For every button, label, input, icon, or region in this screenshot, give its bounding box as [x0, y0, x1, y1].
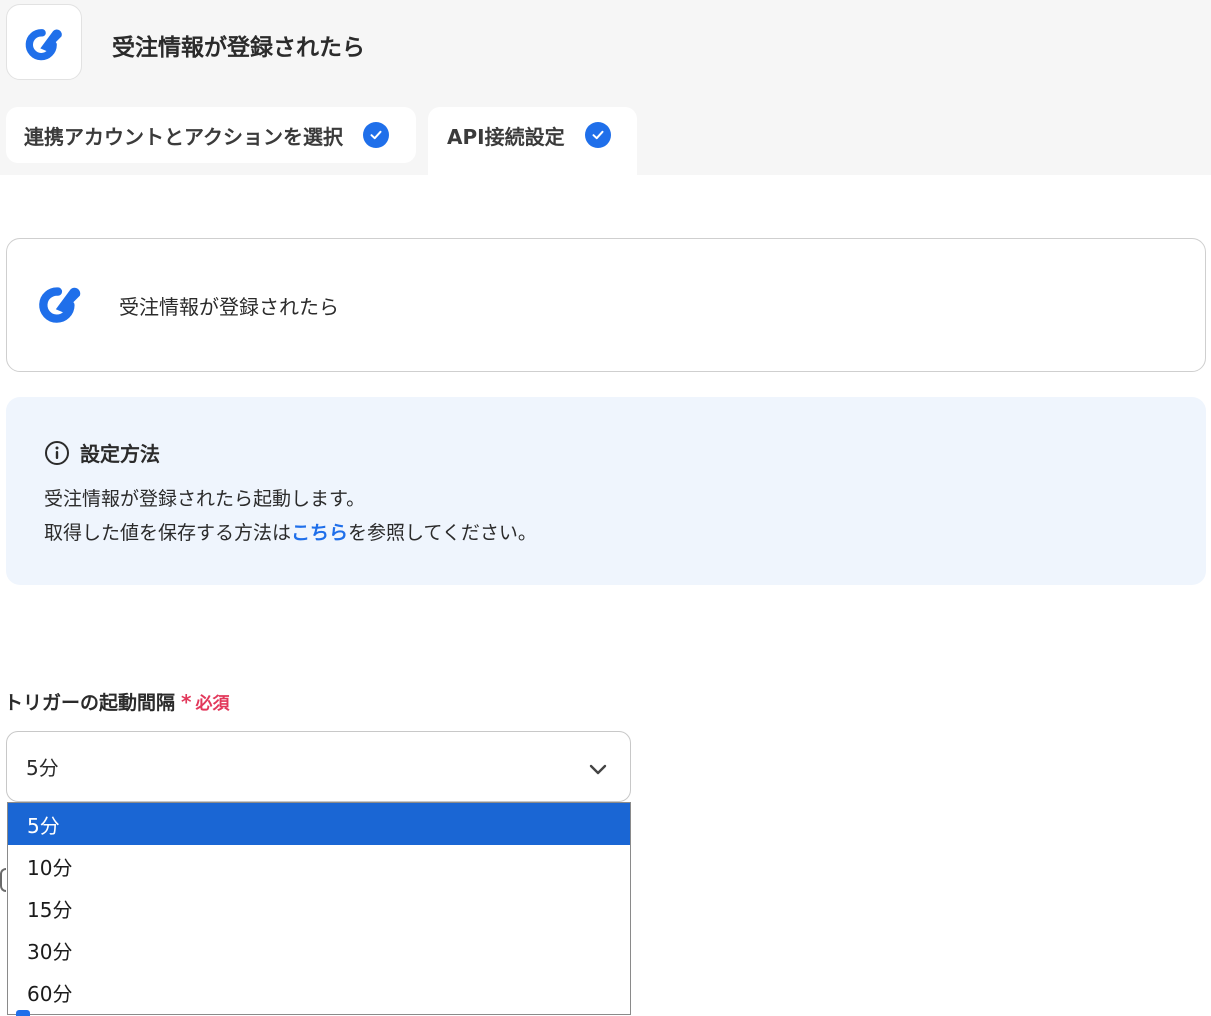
required-badge: 必須 — [195, 694, 230, 714]
option-5min[interactable]: 5分 — [8, 803, 630, 845]
required-asterisk: * — [181, 689, 192, 714]
trigger-interval-label: トリガーの起動間隔 * 必須 — [4, 688, 229, 715]
check-circle-icon — [584, 122, 611, 148]
field-label-text: トリガーの起動間隔 — [4, 692, 176, 714]
option-30min[interactable]: 30分 — [8, 929, 630, 971]
app-card-title: 受注情報が登録されたら — [119, 295, 339, 319]
hidden-radio-edge — [0, 868, 6, 892]
info-title: 設定方法 — [80, 442, 160, 466]
info-description: 受注情報が登録されたら起動します。 — [44, 488, 366, 510]
info-help-text-after: を参照してください。 — [348, 522, 537, 544]
tab-label: 連携アカウントとアクションを選択 — [24, 124, 343, 149]
tab-account-action[interactable]: 連携アカウントとアクションを選択 — [6, 107, 416, 163]
app-icon-container — [6, 4, 82, 80]
app-logo-icon — [25, 29, 62, 61]
chevron-down-icon — [588, 758, 608, 782]
check-circle-icon — [363, 122, 389, 148]
trigger-interval-dropdown: 5分 10分 15分 30分 60分 — [7, 802, 631, 1015]
info-circle-icon — [45, 440, 69, 465]
info-header: 設定方法 — [44, 438, 160, 467]
trigger-interval-select[interactable]: 5分 — [6, 731, 631, 802]
app-card: 受注情報が登録されたら — [6, 238, 1206, 372]
tab-api-settings[interactable]: API接続設定 — [428, 107, 637, 175]
selected-value: 5分 — [26, 756, 59, 780]
info-help-text: 取得した値を保存する方法はこちらを参照してください。 — [44, 518, 537, 545]
info-box: 設定方法 受注情報が登録されたら起動します。 取得した値を保存する方法はこちらを… — [6, 397, 1206, 585]
app-logo-icon — [35, 277, 85, 331]
option-15min[interactable]: 15分 — [8, 887, 630, 929]
option-10min[interactable]: 10分 — [8, 845, 630, 887]
tab-label: API接続設定 — [447, 124, 565, 149]
info-help-text-before: 取得した値を保存する方法は — [44, 522, 292, 544]
hidden-checkbox-edge — [16, 1010, 30, 1016]
help-link[interactable]: こちら — [291, 522, 348, 544]
page-title: 受注情報が登録されたら — [112, 35, 365, 61]
option-60min[interactable]: 60分 — [8, 971, 630, 1013]
